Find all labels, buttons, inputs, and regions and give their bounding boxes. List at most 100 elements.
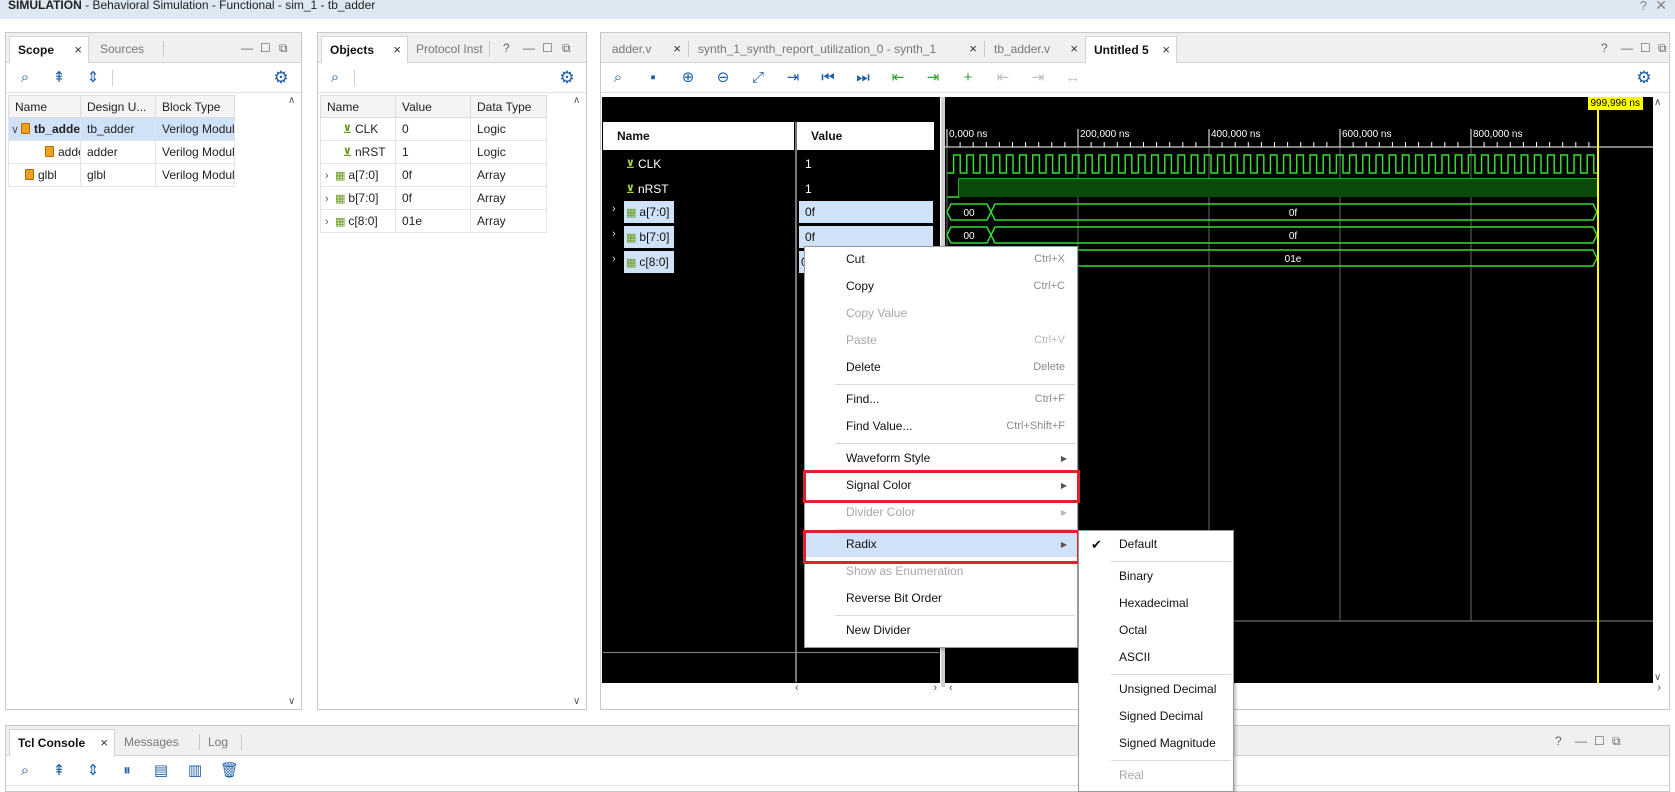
close-tab-icon[interactable]: × bbox=[969, 36, 977, 62]
scrollbar[interactable]: ‹ › bbox=[791, 682, 941, 697]
close-tab-icon[interactable]: × bbox=[100, 730, 108, 756]
signal-name[interactable]: ▦ c[8:0] bbox=[624, 251, 674, 273]
search-icon[interactable]: ⌕ bbox=[16, 69, 34, 87]
menu-item-copy[interactable]: Copy Ctrl+C bbox=[805, 274, 1077, 299]
help-icon[interactable]: ? bbox=[1640, 0, 1647, 12]
chevron-right-icon[interactable]: › bbox=[612, 203, 616, 215]
close-tab-icon[interactable]: × bbox=[393, 37, 401, 63]
go-to-cursor-icon[interactable]: ⇥ bbox=[784, 69, 802, 87]
collapse-all-icon[interactable]: ⇞ bbox=[50, 762, 68, 780]
clear-icon[interactable]: 🗑 bbox=[220, 762, 239, 780]
menu-item-new-divider[interactable]: New Divider bbox=[805, 618, 1077, 643]
menu-item-waveform-style[interactable]: Waveform Style ▶ bbox=[805, 446, 1077, 471]
tab-tcl-console[interactable]: Tcl Console × bbox=[9, 729, 115, 756]
close-tab-icon[interactable]: × bbox=[74, 37, 82, 63]
go-to-end-icon[interactable]: ⏭ bbox=[854, 69, 872, 87]
table-row[interactable]: › ▦ c[8:0] 01e Array bbox=[320, 209, 547, 233]
column-header[interactable]: Value bbox=[395, 95, 471, 118]
chevron-down-icon[interactable]: ∨ bbox=[11, 123, 21, 136]
add-marker-icon[interactable]: + bbox=[959, 69, 977, 87]
menu-item-binary[interactable]: Binary bbox=[1079, 564, 1233, 589]
float-icon[interactable]: ⧉ bbox=[279, 41, 288, 56]
signal-name[interactable]: ⊻ CLK bbox=[626, 154, 661, 174]
minimize-icon[interactable]: — bbox=[523, 41, 535, 55]
value-column-header[interactable]: Value bbox=[797, 122, 934, 150]
tab-tb-adder-v[interactable]: tb_adder.v × bbox=[986, 36, 1084, 63]
float-icon[interactable]: ⧉ bbox=[1612, 734, 1621, 749]
column-header[interactable]: Block Type bbox=[155, 95, 235, 118]
tab-scope[interactable]: Scope × bbox=[9, 36, 89, 63]
column-header[interactable]: Name bbox=[320, 95, 396, 118]
menu-item-find[interactable]: Find... Ctrl+F bbox=[805, 387, 1077, 412]
help-icon[interactable]: ? bbox=[1555, 734, 1562, 748]
scrollbar[interactable]: ∧ ∨ bbox=[1653, 97, 1667, 683]
float-icon[interactable]: ⧉ bbox=[562, 41, 571, 56]
gear-icon[interactable]: ⚙ bbox=[1635, 69, 1653, 87]
zoom-in-icon[interactable]: ⊕ bbox=[679, 69, 697, 87]
scrollbar[interactable]: ∧ ∨ bbox=[572, 95, 584, 707]
table-row[interactable]: ⊻ nRST 1 Logic bbox=[320, 140, 547, 164]
chevron-right-icon[interactable]: › bbox=[325, 170, 335, 182]
close-tab-icon[interactable]: × bbox=[673, 36, 681, 62]
signal-name[interactable]: ▦ b[7:0] bbox=[624, 226, 674, 248]
column-header[interactable]: Data Type bbox=[470, 95, 547, 118]
menu-item-delete[interactable]: Delete Delete bbox=[805, 355, 1077, 380]
help-icon[interactable]: ? bbox=[1601, 41, 1608, 55]
maximize-icon[interactable]: ☐ bbox=[542, 41, 553, 55]
menu-item-signed-decimal[interactable]: Signed Decimal bbox=[1079, 704, 1233, 729]
search-icon[interactable]: ⌕ bbox=[326, 69, 344, 87]
menu-item-default[interactable]: ✔ Default bbox=[1079, 532, 1233, 557]
menu-item-signed-magnitude[interactable]: Signed Magnitude bbox=[1079, 731, 1233, 756]
tab-objects[interactable]: Objects × bbox=[321, 36, 408, 63]
go-to-start-icon[interactable]: ⏮ bbox=[819, 69, 837, 87]
table-row[interactable]: ⊻ CLK 0 Logic bbox=[320, 117, 547, 141]
menu-item-octal[interactable]: Octal bbox=[1079, 618, 1233, 643]
minimize-icon[interactable]: — bbox=[241, 41, 253, 55]
zoom-out-icon[interactable]: ⊖ bbox=[714, 69, 732, 87]
tab-untitled-5[interactable]: Untitled 5 × bbox=[1085, 36, 1177, 63]
table-row[interactable]: ∨ tb_adder tb_adder Verilog Module bbox=[8, 117, 235, 141]
tab-log[interactable]: Log bbox=[200, 729, 240, 756]
close-icon[interactable]: ✕ bbox=[1655, 0, 1667, 12]
gear-icon[interactable]: ⚙ bbox=[272, 69, 290, 87]
column-header[interactable]: Name bbox=[8, 95, 81, 118]
minimize-icon[interactable]: — bbox=[1621, 41, 1633, 55]
expand-all-icon[interactable]: ⇕ bbox=[84, 762, 102, 780]
chevron-right-icon[interactable]: › bbox=[612, 253, 616, 265]
minimize-icon[interactable]: — bbox=[1575, 734, 1587, 748]
signal-name[interactable]: ⊻ nRST bbox=[626, 179, 669, 199]
maximize-icon[interactable]: ☐ bbox=[1640, 41, 1651, 55]
close-tab-icon[interactable]: × bbox=[1070, 36, 1078, 62]
signal-name[interactable]: ▦ a[7:0] bbox=[624, 201, 674, 223]
table-row[interactable]: › ▦ b[7:0] 0f Array bbox=[320, 186, 547, 210]
zoom-fit-icon[interactable]: ⤢ bbox=[749, 69, 767, 87]
tab-sources[interactable]: Sources bbox=[92, 36, 162, 63]
save-icon[interactable]: ▪ bbox=[644, 69, 662, 87]
menu-item-hexadecimal[interactable]: Hexadecimal bbox=[1079, 591, 1233, 616]
tab-adder-v[interactable]: adder.v × bbox=[604, 36, 687, 63]
previous-transition-icon[interactable]: ⇤ bbox=[889, 69, 907, 87]
columns-icon[interactable]: ▥ bbox=[186, 762, 204, 780]
help-icon[interactable]: ? bbox=[503, 41, 510, 55]
table-row[interactable]: › ▦ a[7:0] 0f Array bbox=[320, 163, 547, 187]
next-transition-icon[interactable]: ⇥ bbox=[924, 69, 942, 87]
gear-icon[interactable]: ⚙ bbox=[558, 69, 576, 87]
table-row[interactable]: glbl glbl Verilog Module bbox=[8, 163, 235, 187]
collapse-all-icon[interactable]: ⇞ bbox=[50, 69, 68, 87]
table-row[interactable]: adder adder Verilog Module bbox=[8, 140, 235, 164]
column-header[interactable]: Design U... bbox=[80, 95, 156, 118]
search-icon[interactable]: ⌕ bbox=[609, 69, 627, 87]
close-tab-icon[interactable]: × bbox=[1162, 37, 1170, 63]
expand-all-icon[interactable]: ⇕ bbox=[84, 69, 102, 87]
menu-item-find-value[interactable]: Find Value... Ctrl+Shift+F bbox=[805, 414, 1077, 439]
menu-item-reverse-bit-order[interactable]: Reverse Bit Order bbox=[805, 586, 1077, 611]
menu-item-ascii[interactable]: ASCII bbox=[1079, 645, 1233, 670]
scrollbar[interactable]: ∧ ∨ bbox=[287, 95, 299, 707]
menu-item-unsigned-decimal[interactable]: Unsigned Decimal bbox=[1079, 677, 1233, 702]
chevron-right-icon[interactable]: › bbox=[325, 193, 335, 205]
name-column-header[interactable]: Name bbox=[603, 122, 794, 150]
chevron-right-icon[interactable]: › bbox=[325, 216, 335, 228]
scrollbar[interactable]: ‹ › bbox=[945, 682, 1665, 697]
search-icon[interactable]: ⌕ bbox=[16, 762, 34, 780]
float-icon[interactable]: ⧉ bbox=[1658, 41, 1667, 56]
